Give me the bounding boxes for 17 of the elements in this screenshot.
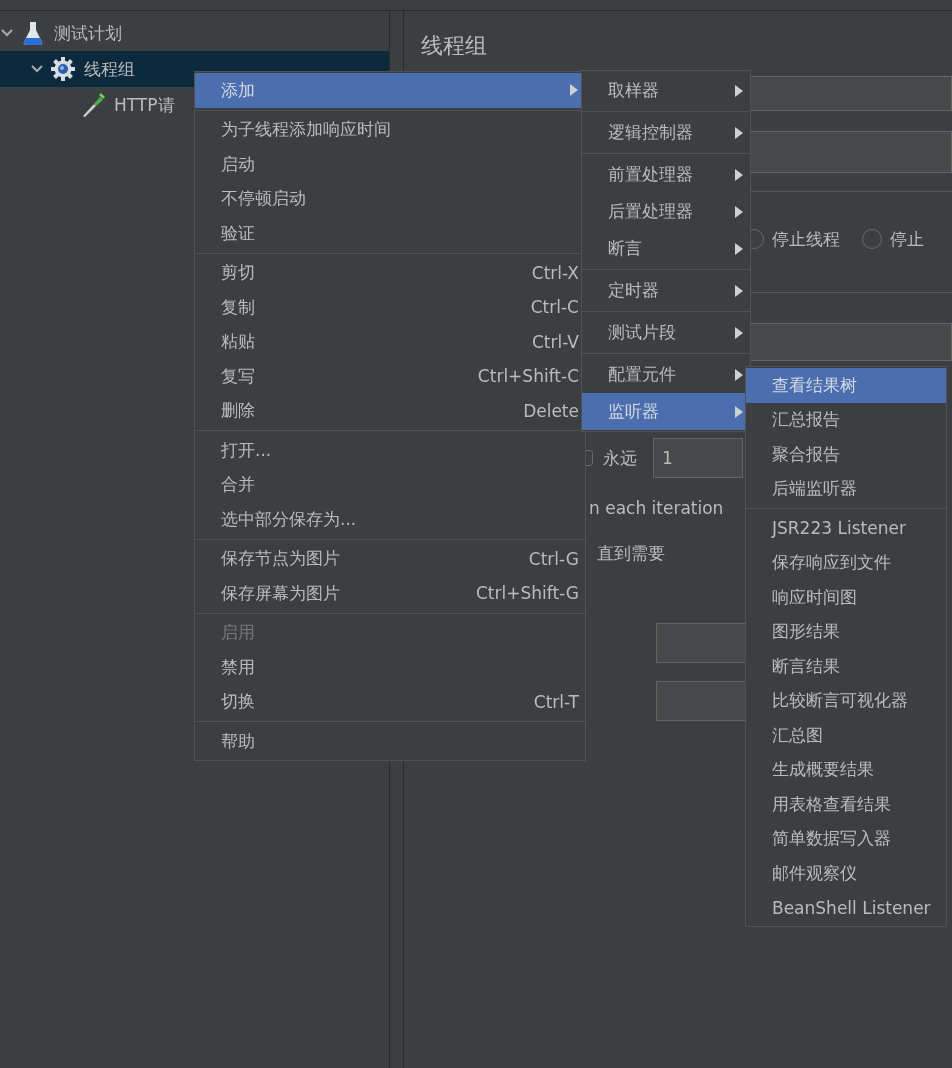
shortcut-label: Ctrl+Shift-C <box>477 366 579 387</box>
shortcut-label: Ctrl-T <box>533 691 579 712</box>
option-label: 直到需要 <box>597 542 665 565</box>
shortcut-label: Ctrl+Shift-G <box>475 583 579 604</box>
shortcut-label: Delete <box>523 400 579 421</box>
tree-label: HTTP请 <box>114 93 175 117</box>
panel-title: 线程组 <box>421 32 487 60</box>
tree-label: 测试计划 <box>54 21 122 45</box>
shortcut-label: Ctrl-V <box>532 331 579 352</box>
checkbox-label: 永远 <box>603 446 637 470</box>
option-label: n each iteration <box>589 498 724 518</box>
radio-label: 停止线程 <box>772 227 840 251</box>
shortcut-label: Ctrl-X <box>531 262 579 283</box>
shortcut-label: Ctrl-G <box>528 548 579 569</box>
radio-label: 停止 <box>890 227 924 251</box>
tree-label: 线程组 <box>84 57 135 81</box>
shortcut-label: Ctrl-C <box>530 297 579 318</box>
